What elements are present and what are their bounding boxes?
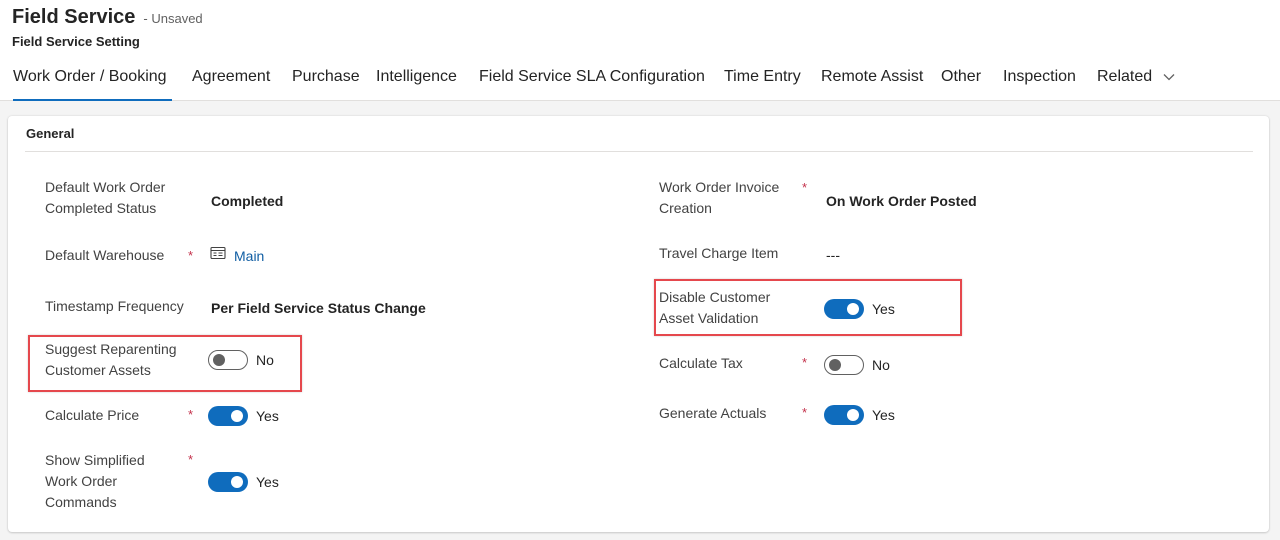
calc-tax-label: Calculate Tax [659, 355, 743, 371]
tab-label: Field Service SLA Configuration [479, 68, 705, 85]
generate-actuals-toggle[interactable] [824, 405, 864, 425]
required-indicator: * [188, 248, 194, 263]
section-title: General [26, 126, 75, 141]
travel-charge-label: Travel Charge Item [659, 245, 779, 261]
form-header: Field Service - Unsaved Field Service Se… [0, 0, 1280, 101]
tab-agreement[interactable]: Agreement [192, 66, 270, 101]
simplified-toggle-text: Yes [256, 474, 279, 490]
page-title: Field Service [12, 6, 136, 28]
chevron-down-icon [1163, 66, 1175, 88]
reparenting-label: Suggest Reparenting Customer Assets [45, 341, 177, 378]
invoice-creation-value[interactable]: On Work Order Posted [826, 192, 977, 210]
tab-label: Time Entry [724, 68, 801, 85]
reparenting-toggle-text: No [256, 352, 274, 368]
generate-actuals-toggle-text: Yes [872, 407, 895, 423]
section-divider [25, 151, 1253, 152]
tab-label: Related [1097, 68, 1153, 86]
required-indicator: * [802, 355, 808, 370]
travel-charge-value[interactable]: --- [826, 246, 840, 264]
title-row: Field Service - Unsaved [12, 6, 203, 29]
toggle-knob [847, 409, 859, 421]
required-indicator: * [188, 452, 194, 467]
tab-purchase[interactable]: Purchase [292, 66, 360, 101]
entity-name: Field Service Setting [12, 34, 140, 49]
simplified-label: Show Simplified Work Order Commands [45, 452, 145, 510]
tab-label: Intelligence [376, 68, 457, 85]
completed-status-value[interactable]: Completed [211, 192, 283, 210]
general-section: General Default Work Order Completed Sta… [8, 116, 1269, 532]
calc-tax-toggle[interactable] [824, 355, 864, 375]
record-icon [210, 246, 226, 265]
calc-price-field: Yes [208, 406, 279, 426]
asset-validation-toggle-text: Yes [872, 301, 895, 317]
timestamp-label: Timestamp Frequency [45, 298, 184, 314]
reparenting-toggle[interactable] [208, 350, 248, 370]
tab-label: Other [941, 68, 982, 85]
tab-label: Agreement [192, 68, 271, 85]
tab-label: Work Order / Booking [13, 68, 167, 85]
calc-price-toggle-text: Yes [256, 408, 279, 424]
completed-status-label: Default Work Order Completed Status [45, 179, 166, 216]
simplified-toggle[interactable] [208, 472, 248, 492]
tab-label: Purchase [292, 68, 360, 85]
toggle-knob [847, 303, 859, 315]
tab-label: Remote Assist [821, 68, 924, 85]
required-indicator: * [802, 180, 808, 195]
tab-work-order-booking[interactable]: Work Order / Booking [13, 66, 172, 101]
asset-validation-toggle[interactable] [824, 299, 864, 319]
tab-related[interactable]: Related [1097, 66, 1175, 101]
warehouse-label: Default Warehouse [45, 247, 165, 263]
warehouse-link[interactable]: Main [234, 248, 264, 264]
tab-other[interactable]: Other [941, 66, 981, 101]
calc-price-label: Calculate Price [45, 407, 140, 423]
required-indicator: * [188, 407, 194, 422]
tab-remote-assist[interactable]: Remote Assist [821, 66, 923, 101]
generate-actuals-field: Yes [824, 405, 895, 425]
warehouse-lookup[interactable]: Main [210, 246, 264, 265]
calc-tax-field: No [824, 355, 890, 375]
generate-actuals-label: Generate Actuals [659, 405, 767, 421]
required-indicator: * [802, 405, 808, 420]
tab-sla-configuration[interactable]: Field Service SLA Configuration [479, 66, 705, 101]
simplified-field: Yes [208, 472, 279, 492]
tab-time-entry[interactable]: Time Entry [724, 66, 801, 101]
calc-price-toggle[interactable] [208, 406, 248, 426]
calc-tax-toggle-text: No [872, 357, 890, 373]
tab-inspection[interactable]: Inspection [1003, 66, 1076, 101]
save-status: - Unsaved [143, 11, 203, 26]
timestamp-value[interactable]: Per Field Service Status Change [211, 299, 426, 317]
tab-intelligence[interactable]: Intelligence [376, 66, 457, 101]
asset-validation-field: Yes [824, 299, 895, 319]
tab-label: Inspection [1003, 68, 1076, 85]
reparenting-field: No [208, 350, 274, 370]
toggle-knob [231, 410, 243, 422]
toggle-knob [829, 359, 841, 371]
invoice-creation-label: Work Order Invoice Creation [659, 179, 780, 216]
toggle-knob [231, 476, 243, 488]
asset-validation-label: Disable Customer Asset Validation [659, 289, 771, 326]
toggle-knob [213, 354, 225, 366]
